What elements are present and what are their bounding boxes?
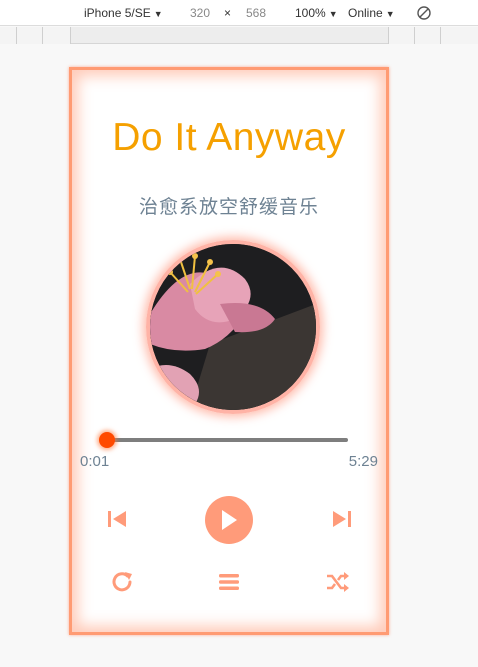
current-time: 0:01 [80, 453, 110, 470]
next-icon [333, 511, 351, 527]
progress-track[interactable] [106, 438, 348, 442]
playlist-button[interactable] [218, 572, 240, 592]
next-button[interactable] [331, 508, 353, 530]
rotate-icon[interactable] [416, 5, 432, 21]
device-label: iPhone 5/SE [84, 6, 151, 20]
zoom-label: 100% [295, 6, 326, 20]
play-icon [222, 510, 237, 530]
zoom-select[interactable]: 100% ▼ [295, 6, 338, 20]
repeat-button[interactable] [111, 570, 135, 594]
previous-icon [108, 511, 126, 527]
times-label: × [224, 6, 232, 20]
throttle-label: Online [348, 6, 383, 20]
total-time: 5:29 [348, 453, 378, 470]
shuffle-icon [327, 572, 349, 592]
song-subtitle: 治愈系放空舒缓音乐 [138, 197, 319, 218]
playlist-icon [219, 574, 239, 590]
album-cover [146, 240, 320, 414]
width-field[interactable]: 320 [190, 6, 210, 20]
repeat-icon [112, 572, 132, 592]
shuffle-button[interactable] [326, 572, 350, 592]
music-player: Do It Anyway 治愈系放空舒缓音乐 0:01 5:29 [69, 67, 389, 635]
throttle-select[interactable]: Online ▼ [348, 6, 395, 20]
device-toolbar: iPhone 5/SE ▼ 320 × 568 100% ▼ Online ▼ [0, 0, 478, 26]
media-query-ruler [0, 27, 478, 44]
play-button[interactable] [205, 496, 253, 544]
device-select[interactable]: iPhone 5/SE ▼ [84, 6, 163, 20]
song-title: Do It Anyway [112, 116, 346, 159]
height-field[interactable]: 568 [246, 6, 266, 20]
previous-button[interactable] [106, 508, 128, 530]
progress-thumb[interactable] [99, 432, 115, 448]
